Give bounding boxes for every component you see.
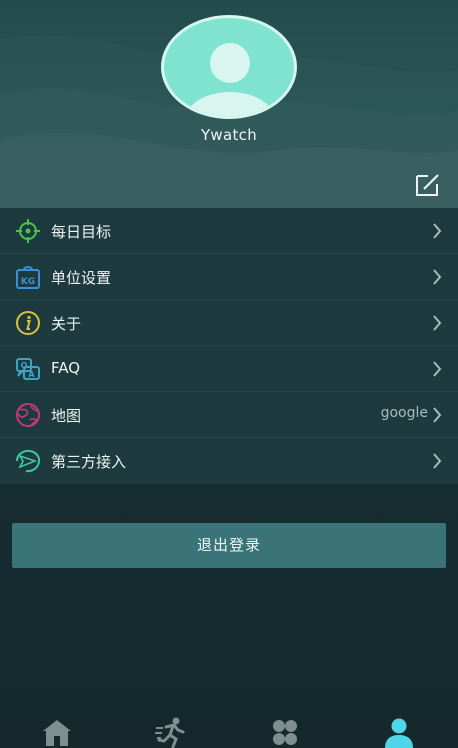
- menu-item-label: 地图: [51, 407, 82, 425]
- home-icon: [43, 720, 71, 746]
- svg-text:Q: Q: [21, 361, 28, 370]
- app-root: Ywatch 每日目标 KG 单位设置 关于 Q A FAQ 地图 google…: [0, 0, 458, 748]
- chevron-right-icon: [433, 223, 442, 239]
- globe-icon: [16, 403, 40, 427]
- menu-item-about[interactable]: 关于: [0, 300, 458, 346]
- info-icon: [16, 311, 40, 335]
- kg-unit-icon: KG: [16, 266, 40, 289]
- svg-text:KG: KG: [21, 277, 35, 287]
- menu-item-label: 单位设置: [51, 269, 112, 287]
- nav-apps[interactable]: [228, 713, 342, 748]
- nav-profile[interactable]: [342, 713, 456, 748]
- menu-item-label: 关于: [51, 315, 82, 333]
- map-provider-value: google: [380, 405, 428, 421]
- apps-icon: [273, 720, 297, 745]
- bottom-nav: [0, 713, 458, 748]
- chevron-right-icon: [433, 361, 442, 377]
- chevron-right-icon: [433, 407, 442, 423]
- logout-button[interactable]: 退出登录: [12, 523, 446, 568]
- nav-sport[interactable]: [114, 713, 228, 748]
- username: Ywatch: [200, 126, 258, 144]
- user-icon: [385, 718, 413, 748]
- menu-item-daily-goal[interactable]: 每日目标: [0, 208, 458, 254]
- avatar-head: [210, 43, 250, 83]
- send-icon: [16, 449, 41, 473]
- menu-item-faq[interactable]: Q A FAQ: [0, 346, 458, 392]
- svg-text:A: A: [28, 370, 35, 379]
- avatar[interactable]: [161, 15, 297, 119]
- chevron-right-icon: [433, 269, 442, 285]
- menu-item-third-party[interactable]: 第三方接入: [0, 438, 458, 484]
- chevron-right-icon: [433, 315, 442, 331]
- running-icon: [155, 717, 185, 748]
- profile-header: Ywatch: [0, 0, 458, 208]
- menu-item-unit-settings[interactable]: KG 单位设置: [0, 254, 458, 300]
- menu-item-map[interactable]: 地图 google: [0, 392, 458, 438]
- faq-icon: Q A: [16, 358, 40, 380]
- settings-menu: 每日目标 KG 单位设置 关于 Q A FAQ 地图 google 第三方接入: [0, 208, 458, 484]
- target-icon: [16, 219, 40, 243]
- nav-home[interactable]: [0, 713, 114, 748]
- edit-icon[interactable]: [414, 172, 442, 198]
- avatar-body: [184, 92, 276, 116]
- chevron-right-icon: [433, 453, 442, 469]
- menu-item-label: 第三方接入: [51, 453, 127, 471]
- menu-item-label: 每日目标: [51, 223, 112, 241]
- menu-item-label: FAQ: [51, 359, 81, 377]
